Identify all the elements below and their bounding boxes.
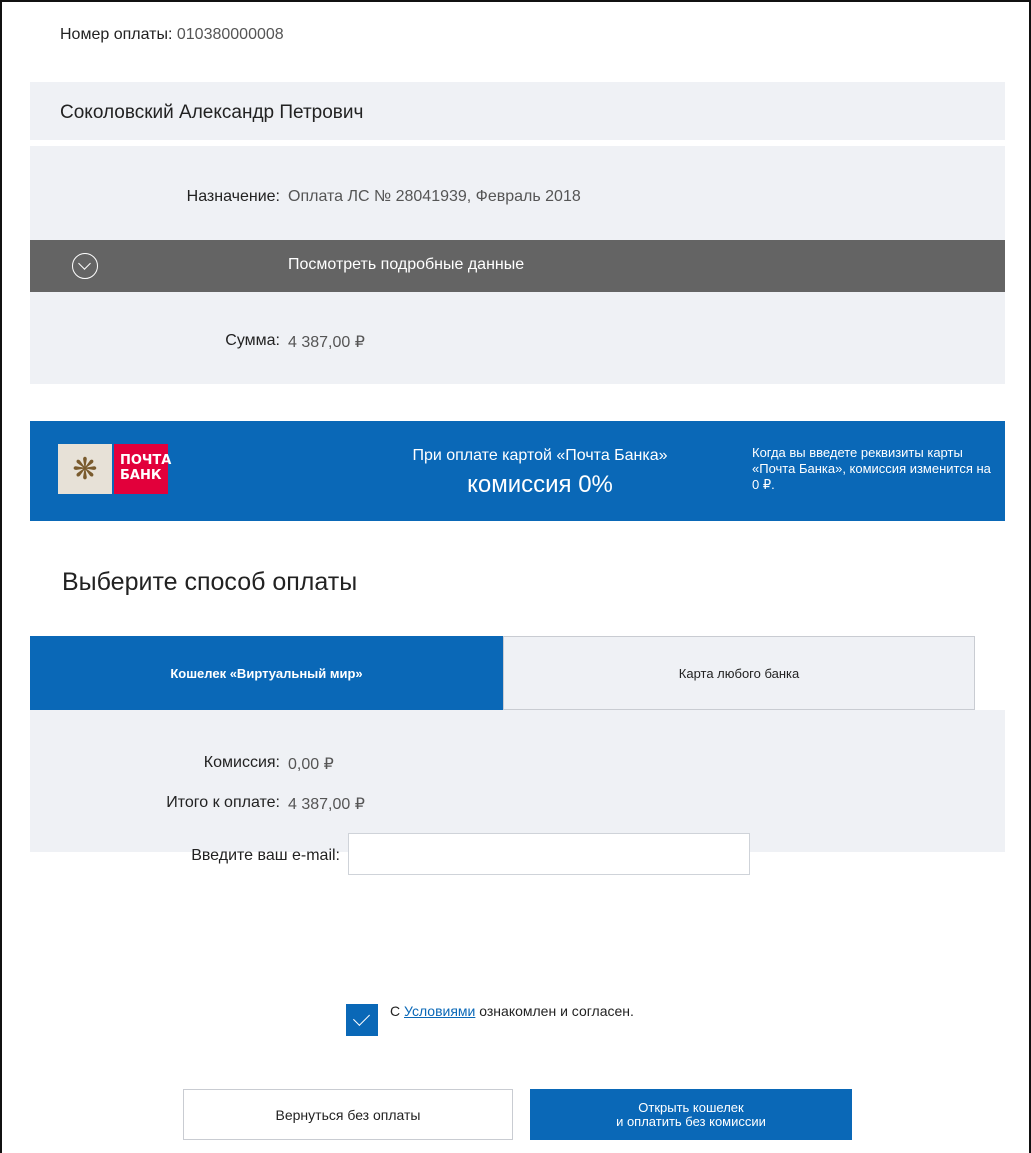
payer-name: Соколовский Александр Петрович [60,102,364,123]
open-wallet-button-line2: и оплатить без комиссии [616,1113,766,1129]
payment-number: Номер оплаты: 010380000008 [60,26,284,44]
terms-link[interactable]: Условиями [404,1003,475,1019]
banner-note: Когда вы введете реквизиты карты «Почта … [752,445,991,492]
email-label: Введите ваш e-mail: [191,847,340,864]
open-wallet-button-line1: Открыть кошелек [638,1099,744,1115]
commission-value: 0,00 ₽ [288,756,334,773]
sum-value: 4 387,00 ₽ [288,334,365,351]
chevron-down-circle-icon [72,253,98,279]
payment-method-tabs: Кошелек «Виртуальный мир» Карта любого б… [30,636,975,710]
details-toggle[interactable]: Посмотреть подробные данные [30,240,1005,292]
sum-label: Сумма: [225,332,280,349]
total-label: Итого к оплате: [166,794,280,811]
details-toggle-label: Посмотреть подробные данные [288,256,525,273]
pochta-bank-logo: ❋ ПОЧТА БАНК [58,444,200,494]
terms-text: С Условиями ознакомлен и согласен. [390,1003,634,1019]
banner-headline: При оплате картой «Почта Банка» [412,447,668,464]
tab-any-bank-card[interactable]: Карта любого банка [503,636,975,710]
banner-commission: комиссия 0% [467,471,613,498]
total-value: 4 387,00 ₽ [288,796,365,813]
payment-method-title: Выберите способ оплаты [62,568,358,596]
pochta-bank-banner: ❋ ПОЧТА БАНК При оплате картой «Почта Ба… [30,421,1005,521]
back-without-payment-button[interactable]: Вернуться без оплаты [183,1089,513,1140]
totals-panel: Комиссия: 0,00 ₽ Итого к оплате: 4 387,0… [30,710,1005,852]
purpose-value: Оплата ЛС № 28041939, Февраль 2018 [288,188,581,205]
terms-checkbox[interactable] [346,1004,378,1036]
payment-number-value: 010380000008 [176,26,284,43]
tab-virtual-world-wallet[interactable]: Кошелек «Виртуальный мир» [30,636,503,710]
open-wallet-pay-button[interactable]: Открыть кошелек и оплатить без комиссии [530,1089,852,1140]
eagle-emblem-icon: ❋ [58,444,112,494]
payer-name-panel: Соколовский Александр Петрович [30,82,1005,140]
payment-number-label: Номер оплаты: [60,26,173,43]
commission-label: Комиссия: [203,754,280,771]
email-field[interactable] [348,833,750,875]
brand-mark: ПОЧТА БАНК [114,444,171,494]
purpose-label: Назначение: [186,188,280,205]
